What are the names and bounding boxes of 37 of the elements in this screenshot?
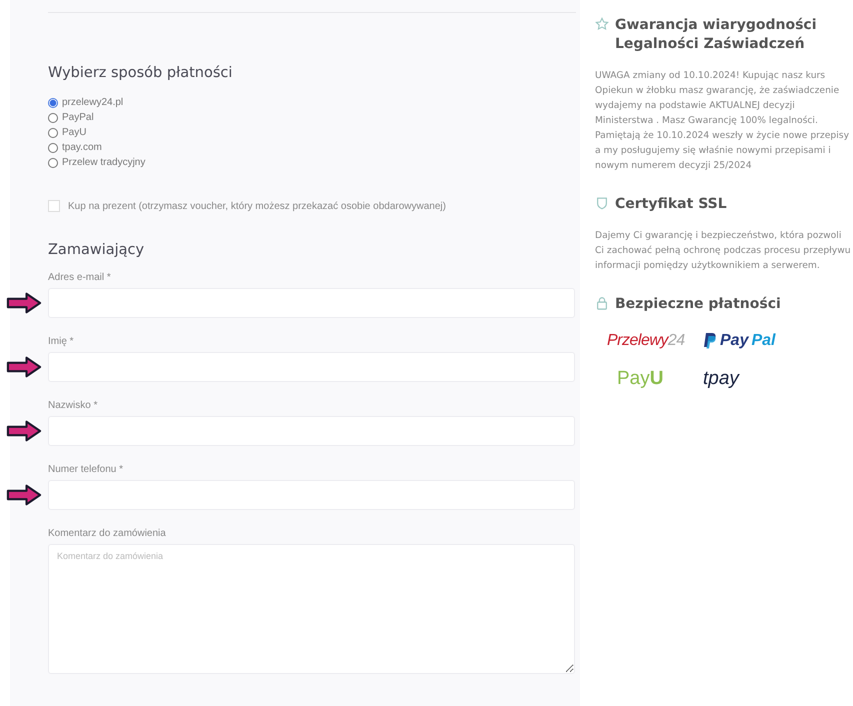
shield-icon [595, 196, 609, 210]
tpay-logo: tpay [703, 368, 739, 390]
checkbox-label: Kup na prezent (otrzymasz voucher, który możesz przekazać osobie obdarowywanej) [68, 200, 446, 212]
checkbox[interactable] [48, 200, 60, 212]
field-label: Imię * [48, 336, 75, 347]
radio-button[interactable] [48, 98, 58, 108]
payment-option[interactable]: tpay.com [48, 140, 580, 155]
option-label: tpay.com [62, 142, 102, 153]
option-label: PayPal [62, 112, 94, 123]
field-label: Adres e-mail * [48, 272, 112, 283]
option-label: PayU [62, 127, 86, 138]
radio-button[interactable] [48, 112, 58, 122]
sidebar-heading: Certyfikat SSL [615, 195, 727, 214]
lock-icon [595, 296, 609, 310]
radio-button[interactable] [48, 128, 58, 138]
field-label: Nazwisko * [48, 400, 98, 411]
star-icon [595, 17, 609, 31]
payment-option[interactable]: Przelew tradycyjny [48, 155, 580, 170]
sidebar-text: Dajemy Ci gwarancję i bezpieczeństwo, która pozwoli Ci zachować pełną ochronę podczas procesu przepływu informacji pomiędzy użytkownikiem a serwerem. [595, 229, 852, 273]
payment-option[interactable]: PayPal [48, 110, 580, 125]
radio-button[interactable] [48, 158, 58, 168]
paypal-logo: Pay Pal [703, 332, 776, 350]
option-label: przelewy24.pl [62, 97, 124, 108]
sidebar-heading: Gwarancja wiarygodności Legalności Zaświadczeń [615, 16, 818, 54]
field-label: Numer telefonu * [48, 464, 124, 475]
option-label: Przelew tradycyjny [62, 157, 146, 168]
sidebar-heading: Bezpieczne płatności [615, 295, 781, 314]
radio-button[interactable] [48, 142, 58, 152]
payu-logo: PayU [617, 368, 664, 390]
payment-option[interactable]: przelewy24.pl [48, 95, 580, 110]
comment-field[interactable]: Komentarz do zamówienia [48, 544, 575, 674]
sidebar-text: UWAGA zmiany od 10.10.2024! Kupując nasz kurs Opiekun w żłobku masz gwarancję, że zaświadczenie wydajemy na podstawie AKTUALNEJ decyzji Ministerstwa . Masz Gwarancję 100% legalności. Pamiętają że 10.10.2024 weszły w życie nowe przepisy a my posługujemy się właśnie nowymi przepisami i nowym numerem decyzji 25/2024 [595, 69, 850, 173]
section-title: Wybierz sposób płatności [48, 65, 234, 81]
payment-option[interactable]: PayU [48, 125, 580, 140]
section-title: Zamawiający [48, 242, 146, 258]
przelewy24-logo: Przelewy24 [607, 332, 685, 350]
field-label: Komentarz do zamówienia [48, 528, 167, 539]
